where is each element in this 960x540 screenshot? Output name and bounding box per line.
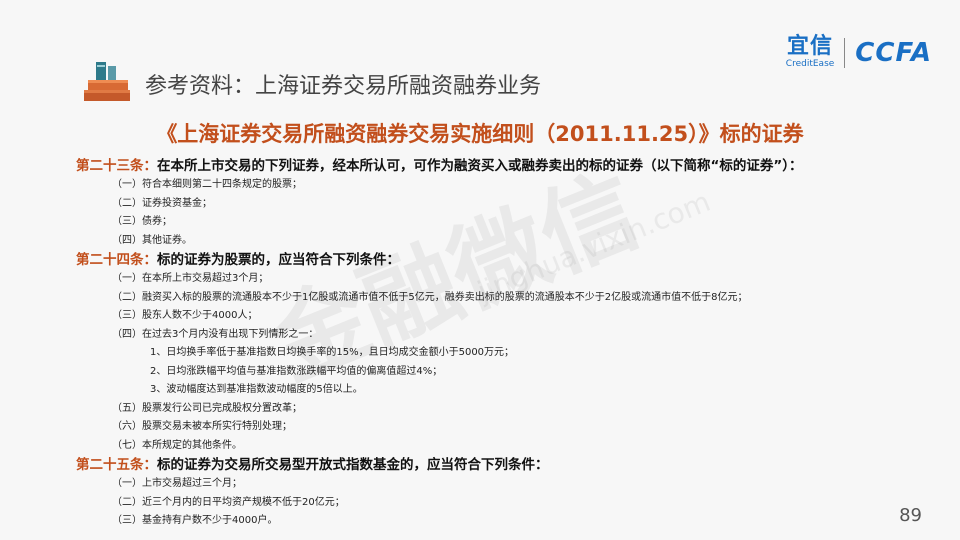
article-23: 第二十三条：在本所上市交易的下列证券，经本所认可，可作为融资买入或融券卖出的标的… [76, 156, 896, 176]
article-24-text: 标的证券为股票的，应当符合下列条件： [157, 252, 400, 268]
yixin-logo: 宜信 CreditEase [786, 36, 835, 69]
list-item: （一）上市交易超过三个月； [112, 478, 242, 489]
books-icon [84, 62, 130, 101]
article-25-number: 第二十五条： [76, 457, 157, 473]
list-item: （一）符合本细则第二十四条规定的股票； [112, 179, 302, 190]
content: 第二十三条：在本所上市交易的下列证券，经本所认可，可作为融资买入或融券卖出的标的… [76, 156, 896, 531]
article-23-text: 在本所上市交易的下列证券，经本所认可，可作为融资买入或融券卖出的标的证券（以下简… [157, 158, 803, 174]
sub-list-item: 2、日均涨跌幅平均值与基准指数涨跌幅平均值的偏离值超过4%； [150, 365, 443, 377]
list-item: （一）在本所上市交易超过3个月； [112, 273, 269, 284]
list-item: （四）其他证券。 [112, 234, 192, 246]
sub-list-item: 1、日均换手率低于基准指数日均换手率的15%，且日均成交金额小于5000万元； [150, 347, 515, 358]
article-24-number: 第二十四条： [76, 252, 157, 268]
list-item: （二）近三个月内的日平均资产规模不低于20亿元； [112, 496, 345, 508]
article-25: 第二十五条：标的证券为交易所交易型开放式指数基金的，应当符合下列条件： [76, 455, 896, 475]
article-23-number: 第二十三条： [76, 158, 157, 174]
list-item: （四）在过去3个月内没有出现下列情形之一： [112, 328, 319, 340]
list-item: （五）股票发行公司已完成股权分置改革； [112, 402, 302, 414]
list-item: （三）债券； [112, 216, 172, 227]
article-24: 第二十四条：标的证券为股票的，应当符合下列条件： [76, 250, 896, 270]
logo-area: 宜信 CreditEase CCFA [786, 36, 932, 69]
logo-divider [844, 37, 846, 68]
page-number: 89 [899, 505, 922, 526]
list-item: （三）股东人数不少于4000人； [112, 310, 258, 321]
yixin-logo-en: CreditEase [785, 59, 835, 69]
list-item: （二）证券投资基金； [112, 197, 212, 209]
article-25-text: 标的证券为交易所交易型开放式指数基金的，应当符合下列条件： [157, 457, 549, 473]
sub-list-item: 3、波动幅度达到基准指数波动幅度的5倍以上。 [150, 384, 363, 395]
page-header-title: 参考资料：上海证券交易所融资融券业务 [145, 74, 542, 99]
list-item: （六）股票交易未被本所实行特别处理； [112, 421, 292, 432]
list-item: （三）基金持有户数不少于4000户。 [112, 515, 278, 526]
list-item: （七）本所规定的其他条件。 [112, 439, 242, 451]
ccfa-logo: CCFA [855, 37, 932, 68]
list-item: （二）融资买入标的股票的流通股本不少于1亿股或流通市值不低于5亿元，融券卖出标的… [112, 291, 748, 303]
document-title: 《上海证券交易所融资融券交易实施细则（2011.11.25）》标的证券 [156, 122, 804, 146]
yixin-logo-cn: 宜信 [787, 34, 834, 59]
